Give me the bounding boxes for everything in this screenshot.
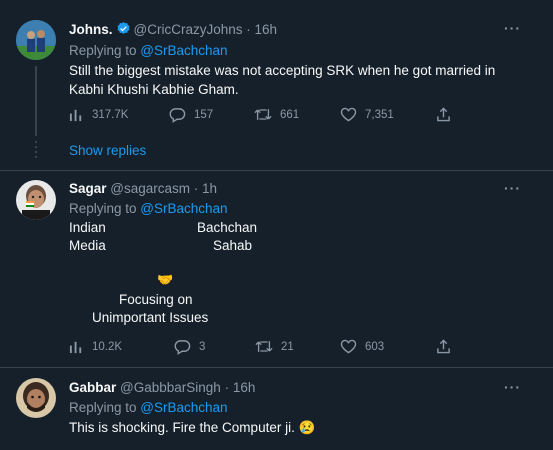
share-icon: [436, 107, 451, 122]
tweet-header: Johns. @CricCrazyJohns · 16h: [69, 21, 277, 39]
meme-right-bottom: Sahab: [213, 238, 253, 253]
reply-button[interactable]: 3: [174, 339, 205, 355]
views-count: 317.7K: [92, 108, 129, 121]
speech-bubble-icon: [169, 107, 186, 123]
heart-icon: [340, 339, 357, 354]
display-name[interactable]: Sagar: [69, 181, 107, 196]
verified-badge-icon: [116, 21, 131, 39]
avatar[interactable]: [16, 378, 56, 418]
reply-mention-link[interactable]: @SrBachchan: [140, 43, 227, 58]
replying-label: Replying to: [69, 43, 141, 58]
reply-count: 3: [199, 341, 206, 353]
like-count: 7,351: [365, 108, 394, 121]
like-count: 603: [365, 340, 385, 353]
views-button[interactable]: 10.2K: [69, 339, 122, 354]
timestamp[interactable]: · 16h: [225, 380, 256, 395]
tweet-text: Still the biggest mistake was not accept…: [69, 61, 495, 99]
show-replies-link[interactable]: Show replies: [69, 143, 146, 158]
share-icon: [436, 339, 451, 354]
like-button[interactable]: 603: [340, 339, 384, 354]
display-name[interactable]: Gabbar: [69, 380, 116, 395]
like-button[interactable]: 7,351: [340, 107, 394, 122]
handle[interactable]: @sagarcasm: [110, 181, 190, 196]
display-name[interactable]: Johns.: [69, 22, 113, 37]
more-options-icon[interactable]: ···: [504, 379, 521, 395]
meme-caption-line1: Focusing on: [119, 292, 193, 307]
bar-chart-icon: [69, 107, 84, 122]
tweet-header: Gabbar @GabbbarSingh · 16h: [69, 380, 255, 395]
meme-right-top: Bachchan: [197, 220, 258, 235]
speech-bubble-icon: [174, 339, 191, 355]
thread-dots: [35, 141, 37, 158]
replying-label: Replying to: [69, 201, 141, 216]
retweet-button[interactable]: 21: [255, 339, 294, 354]
replying-to: Replying to @SrBachchan: [69, 43, 228, 58]
views-count: 10.2K: [92, 340, 123, 353]
replying-to: Replying to @SrBachchan: [69, 201, 228, 216]
handle[interactable]: @CricCrazyJohns: [134, 22, 243, 37]
bar-chart-icon: [69, 339, 84, 354]
timestamp[interactable]: · 1h: [194, 181, 217, 196]
tweet-actions: 317.7K 157 661 7,351: [69, 107, 459, 127]
meme-image[interactable]: Indian Media Bachchan Sahab 🤝 Focusing o…: [69, 218, 289, 328]
meme-caption-line2: Unimportant Issues: [92, 310, 209, 325]
thread-line: [35, 66, 37, 136]
retweet-icon: [255, 339, 273, 354]
tweet-text-line: Kabhi Khushi Kabhie Gham.: [69, 82, 239, 97]
share-button[interactable]: [436, 339, 451, 354]
tweet-gabbar[interactable]: Gabbar @GabbbarSingh · 16h ··· Replying …: [0, 368, 553, 450]
reply-mention-link[interactable]: @SrBachchan: [140, 201, 227, 216]
tweet-actions: 10.2K 3 21 603: [69, 339, 459, 359]
retweet-count: 661: [280, 108, 300, 121]
handshake-emoji: 🤝: [157, 272, 174, 287]
reply-mention-link[interactable]: @SrBachchan: [140, 400, 227, 415]
share-button[interactable]: [436, 107, 451, 122]
handle[interactable]: @GabbbarSingh: [120, 380, 221, 395]
retweet-button[interactable]: 661: [254, 107, 299, 122]
replying-label: Replying to: [69, 400, 141, 415]
tweet-text: This is shocking. Fire the Computer ji. …: [69, 418, 315, 437]
replying-to: Replying to @SrBachchan: [69, 400, 228, 415]
retweet-count: 21: [281, 340, 294, 353]
heart-icon: [340, 107, 357, 122]
tweet-johns[interactable]: Johns. @CricCrazyJohns · 16h ··· Replying…: [0, 0, 553, 170]
more-options-icon[interactable]: ···: [504, 180, 521, 196]
more-options-icon[interactable]: ···: [504, 20, 521, 36]
tweet-header: Sagar @sagarcasm · 1h: [69, 181, 217, 196]
timestamp[interactable]: · 16h: [246, 22, 277, 37]
avatar[interactable]: [16, 20, 56, 60]
meme-left-bottom: Media: [69, 238, 106, 253]
retweet-icon: [254, 107, 272, 122]
meme-left-top: Indian: [69, 220, 106, 235]
reply-count: 157: [194, 109, 214, 121]
reply-button[interactable]: 157: [169, 107, 213, 123]
views-button[interactable]: 317.7K: [69, 107, 128, 122]
avatar[interactable]: [16, 180, 56, 220]
tweet-text-line: Still the biggest mistake was not accept…: [69, 63, 496, 78]
tweet-sagar[interactable]: Sagar @sagarcasm · 1h ··· Replying to @S…: [0, 171, 553, 367]
tweet-text-line: This is shocking. Fire the Computer ji. …: [69, 420, 316, 435]
